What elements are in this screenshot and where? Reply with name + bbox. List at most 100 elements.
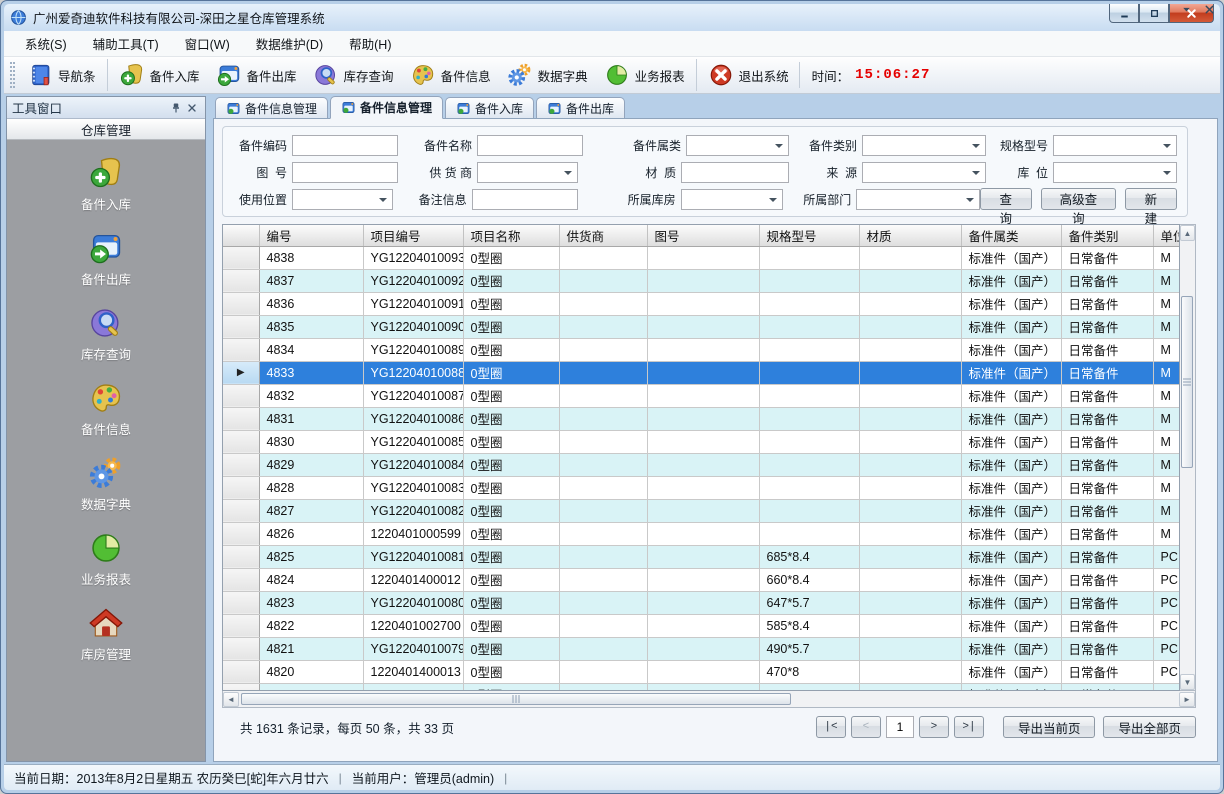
table-cell[interactable]: 0型圈 [463,683,559,691]
drawing-no-input[interactable] [292,162,398,183]
column-header[interactable]: 备件属类 [961,225,1061,246]
table-cell[interactable] [559,545,647,568]
table-cell[interactable] [759,338,859,361]
table-cell[interactable]: 1220401000599 [363,522,463,545]
menu-item[interactable]: 帮助(H) [336,30,404,57]
table-cell[interactable]: 日常备件 [1061,430,1153,453]
table-cell[interactable]: 4822 [259,614,363,637]
table-cell[interactable] [859,453,961,476]
row-selector-cell[interactable] [223,246,259,269]
table-cell[interactable] [859,637,961,660]
table-cell[interactable] [647,292,759,315]
toolbar-parts-out-button[interactable]: 备件出库 [208,59,305,91]
toolbar-stock-search-button[interactable]: 库存查询 [305,59,402,91]
table-cell[interactable] [859,384,961,407]
table-cell[interactable]: 日常备件 [1061,591,1153,614]
table-cell[interactable]: PC [1153,545,1180,568]
table-cell[interactable]: 4820 [259,660,363,683]
row-selector-cell[interactable] [223,338,259,361]
table-cell[interactable] [759,430,859,453]
table-cell[interactable] [859,476,961,499]
table-cell[interactable] [647,315,759,338]
restore-button[interactable] [1139,4,1169,23]
tab-close-icon[interactable] [1203,3,1216,16]
table-cell[interactable]: 标准件（国产） [961,453,1061,476]
table-cell[interactable]: 0型圈 [463,246,559,269]
table-cell[interactable] [759,361,859,384]
table-cell[interactable]: 标准件（国产） [961,246,1061,269]
row-selector-cell[interactable] [223,545,259,568]
table-cell[interactable] [647,430,759,453]
table-cell[interactable] [559,407,647,430]
table-cell[interactable] [559,315,647,338]
table-cell[interactable]: 标准件（国产） [961,683,1061,691]
table-cell[interactable] [559,430,647,453]
menu-item[interactable]: 辅助工具(T) [80,30,172,57]
supplier-select[interactable] [477,162,578,183]
table-cell[interactable] [559,683,647,691]
table-cell[interactable]: M [1153,476,1180,499]
menu-item[interactable]: 系统(S) [12,30,80,57]
vertical-scrollbar[interactable]: ▲ ▼ [1180,224,1196,691]
table-cell[interactable]: 4826 [259,522,363,545]
table-cell[interactable] [559,522,647,545]
column-header[interactable]: 项目编号 [363,225,463,246]
table-cell[interactable] [559,591,647,614]
horizontal-scroll-thumb[interactable] [241,693,791,705]
column-header[interactable]: 图号 [647,225,759,246]
table-cell[interactable] [647,453,759,476]
table-cell[interactable] [647,499,759,522]
table-cell[interactable]: 日常备件 [1061,269,1153,292]
table-cell[interactable] [647,476,759,499]
scroll-left-icon[interactable]: ◄ [223,692,239,707]
table-cell[interactable]: 0型圈 [463,614,559,637]
export-current-page-button[interactable]: 导出当前页 [1003,716,1096,738]
minimize-button[interactable] [1109,4,1139,23]
menu-item[interactable]: 窗口(W) [172,30,243,57]
table-cell[interactable] [647,246,759,269]
table-cell[interactable]: PC [1153,591,1180,614]
table-cell[interactable]: M [1153,292,1180,315]
table-cell[interactable] [647,384,759,407]
table-cell[interactable]: 标准件（国产） [961,292,1061,315]
tab[interactable]: 备件信息管理 [330,96,443,119]
table-cell[interactable] [559,384,647,407]
sidebar-item-warehouse-house[interactable]: 库房管理 [81,605,131,663]
table-cell[interactable] [559,269,647,292]
table-cell[interactable] [759,476,859,499]
table-cell[interactable]: 标准件（国产） [961,591,1061,614]
column-header[interactable]: 单位 [1153,225,1180,246]
table-cell[interactable]: 4821 [259,637,363,660]
table-cell[interactable]: YG12204010092 [363,269,463,292]
table-cell[interactable]: M [1153,269,1180,292]
table-cell[interactable]: 0型圈 [463,476,559,499]
table-cell[interactable]: 日常备件 [1061,545,1153,568]
table-cell[interactable]: 0型圈 [463,545,559,568]
row-selector-cell[interactable] [223,591,259,614]
table-cell[interactable]: 0型圈 [463,407,559,430]
table-cell[interactable]: 0型圈 [463,269,559,292]
table-cell[interactable]: PC [1153,637,1180,660]
table-cell[interactable]: YG12204010079 [363,637,463,660]
column-header[interactable]: 备件类别 [1061,225,1153,246]
table-cell[interactable]: 标准件（国产） [961,315,1061,338]
row-selector-cell[interactable] [223,430,259,453]
table-cell[interactable] [647,614,759,637]
table-cell[interactable] [859,407,961,430]
table-cell[interactable]: YG12204010083 [363,476,463,499]
row-selector-cell[interactable] [223,407,259,430]
table-cell[interactable]: 1220401002700 [363,614,463,637]
table-cell[interactable]: 4825 [259,545,363,568]
table-cell[interactable]: 4827 [259,499,363,522]
table-cell[interactable] [759,269,859,292]
source-select[interactable] [862,162,986,183]
scroll-right-icon[interactable]: ► [1179,692,1195,707]
column-header[interactable]: 项目名称 [463,225,559,246]
table-cell[interactable]: 标准件（国产） [961,568,1061,591]
table-cell[interactable]: M [1153,499,1180,522]
table-cell[interactable] [259,683,363,691]
table-cell[interactable] [559,568,647,591]
table-cell[interactable]: 4829 [259,453,363,476]
table-cell[interactable] [647,660,759,683]
material-input[interactable] [681,162,789,183]
